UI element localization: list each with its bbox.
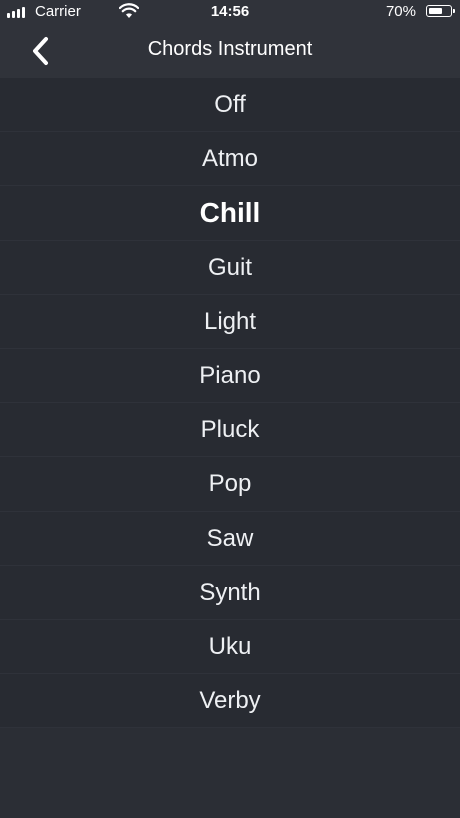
instrument-list: Off Atmo Chill Guit Light Piano Pluck Pop Saw Syn… [0,78,460,729]
page-title: Chords Instrument [147,38,313,60]
list-item-chill[interactable]: Chill [0,186,460,241]
nav-bar: Chords Instrument [0,24,460,78]
list-item-light[interactable]: Light [0,294,460,349]
list-item-pop[interactable]: Pop [0,457,460,512]
list-item-off[interactable]: Off [0,78,460,133]
status-bar: Carrier 14:56 70% [0,0,460,24]
battery-percent: 70% [385,3,416,20]
list-item-saw[interactable]: Saw [0,511,460,566]
list-item-verby[interactable]: Verby [0,674,460,729]
list-item-guit[interactable]: Guit [0,240,460,295]
list-item-uku[interactable]: Uku [0,619,460,675]
list-item-synth[interactable]: Synth [0,565,460,620]
list-item-pluck[interactable]: Pluck [0,403,460,458]
battery-icon [426,5,455,17]
list-item-atmo[interactable]: Atmo [0,132,460,187]
list-item-piano[interactable]: Piano [0,348,460,404]
